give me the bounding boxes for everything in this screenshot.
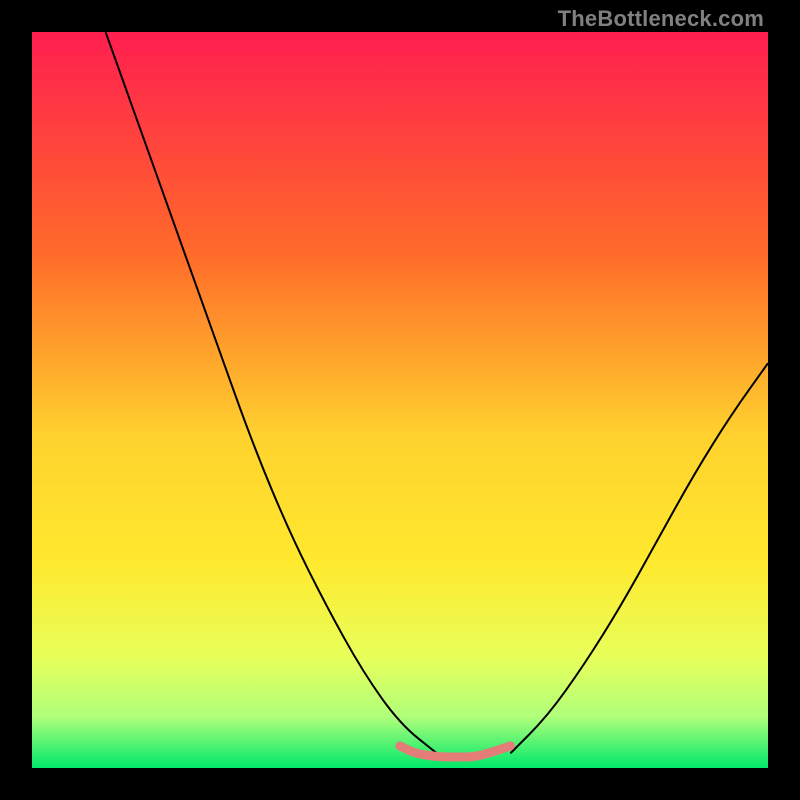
watermark-text: TheBottleneck.com <box>558 6 764 32</box>
bottleneck-curve-right <box>510 363 768 753</box>
optimal-zone-marker <box>400 746 510 757</box>
plot-area <box>32 32 768 768</box>
chart-canvas: TheBottleneck.com <box>0 0 800 800</box>
bottleneck-curve-left <box>106 32 437 753</box>
curve-layer <box>32 32 768 768</box>
